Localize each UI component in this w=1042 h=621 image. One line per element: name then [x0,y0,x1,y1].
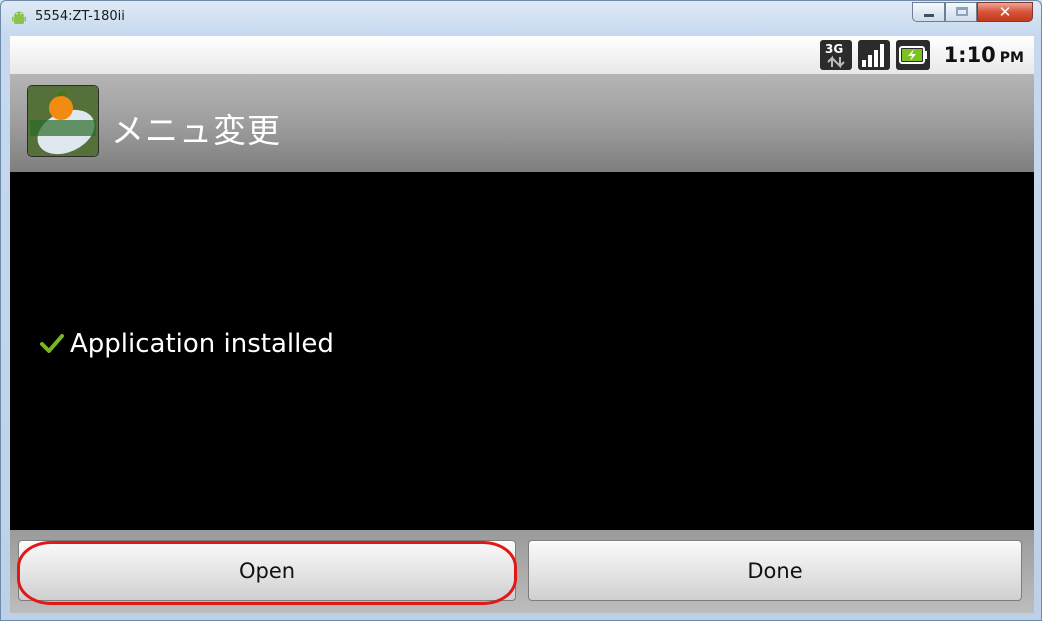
app-logo [28,86,98,156]
minimize-button[interactable] [912,2,945,22]
open-button[interactable]: Open [18,540,516,601]
network-label: 3G [825,42,843,56]
install-result-panel: Application installed [10,172,1034,529]
app-header: メニュ変更 [10,74,1034,173]
checkmark-icon [40,334,64,353]
clock-ampm: PM [999,50,1024,66]
app-title: メニュ変更 [111,111,281,150]
window-title: 5554:ZT-180ii [35,9,125,24]
close-button[interactable]: ✕ [977,2,1033,22]
minimize-icon [924,14,934,17]
close-icon: ✕ [998,3,1012,21]
done-button[interactable]: Done [528,540,1022,601]
install-status: Application installed [40,329,334,359]
device-screen: 3G 1:10 PM メニュ変更 Application installed O… [10,36,1034,613]
maximize-icon [956,7,968,16]
battery-charging-icon [895,40,930,70]
emulator-window: 5554:ZT-180ii ✕ 3G 1:10 PM メニュ変更 Applica… [0,0,1042,621]
android-icon [12,11,26,24]
button-bar: Open Done [10,530,1034,613]
window-titlebar[interactable]: 5554:ZT-180ii ✕ [1,1,1041,35]
script-app-icon [28,86,98,156]
maximize-button[interactable] [945,2,977,22]
install-status-text: Application installed [70,329,334,359]
window-caption-buttons: ✕ [912,2,1033,24]
status-clock: 1:10 PM [944,43,1024,67]
3g-data-icon: 3G [819,40,852,70]
clock-time: 1:10 [943,43,996,67]
status-bar: 3G 1:10 PM [10,36,1034,74]
signal-strength-icon [857,40,890,70]
status-icons: 3G 1:10 PM [819,40,1024,70]
